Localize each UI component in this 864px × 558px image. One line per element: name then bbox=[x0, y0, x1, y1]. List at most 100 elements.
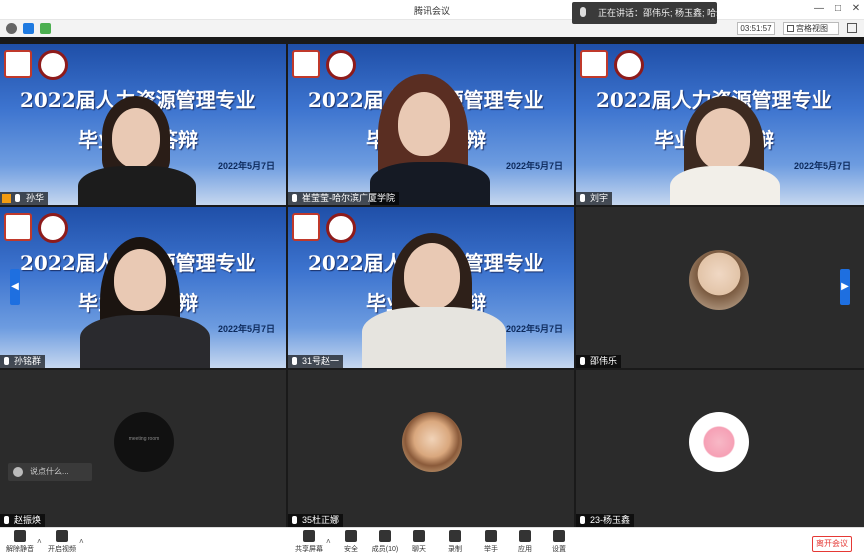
chat-input-placeholder: 说点什么... bbox=[30, 467, 69, 476]
participant-avatar bbox=[402, 412, 462, 472]
slide-date: 2022年5月7日 bbox=[794, 161, 852, 171]
participant-name-tag: 孙华 bbox=[0, 192, 49, 205]
members-label: 成员(10) bbox=[371, 546, 399, 553]
people-icon bbox=[379, 530, 391, 542]
school-logo-icon bbox=[292, 213, 320, 241]
gear-icon bbox=[553, 530, 565, 542]
participant-name: 孙铭群 bbox=[14, 356, 42, 366]
share-screen-label: 共享屏幕 bbox=[295, 546, 323, 553]
participant-name: 崔莹莹-哈尔滨广厦学院 bbox=[302, 193, 395, 203]
slide-date: 2022年5月7日 bbox=[506, 161, 564, 171]
participant-name: 35杜正娜 bbox=[302, 515, 340, 525]
chat-input[interactable]: 说点什么... bbox=[8, 463, 92, 481]
video-button[interactable]: 开启视频 bbox=[45, 530, 79, 558]
emoji-icon[interactable] bbox=[13, 467, 23, 477]
university-seal-icon bbox=[38, 50, 68, 80]
unmute-label: 解除静音 bbox=[6, 546, 34, 553]
speaking-indicator: 正在讲话：邵伟乐; 杨玉鑫; 哈尔... bbox=[572, 2, 717, 24]
share-screen-button[interactable]: 共享屏幕 bbox=[292, 530, 326, 558]
participant-name-tag: 赵振焕 bbox=[0, 514, 46, 527]
hand-icon bbox=[485, 530, 497, 542]
video-tile[interactable]: 2022届人力资源管理专业 毕业论文答辩 2022年5月7日 孙铭群 bbox=[0, 207, 286, 368]
school-logo-icon bbox=[580, 50, 608, 78]
school-logo-icon bbox=[292, 50, 320, 78]
video-tile[interactable]: 2022届人力资源管理专业 毕业论文答辩 2022年5月7日 孙华 bbox=[0, 44, 286, 205]
meeting-timer: 03:51:57 bbox=[737, 22, 775, 35]
shield-icon[interactable] bbox=[23, 23, 34, 34]
minimize-icon[interactable]: — bbox=[812, 2, 826, 16]
unmute-button[interactable]: 解除静音 bbox=[3, 530, 37, 558]
record-button[interactable]: 录制 bbox=[438, 530, 472, 558]
avatar-label: meeting room bbox=[128, 436, 160, 442]
apps-button[interactable]: 应用 bbox=[508, 530, 542, 558]
camera-off-icon bbox=[56, 530, 68, 542]
school-logo-icon bbox=[4, 213, 32, 241]
microphone-icon bbox=[292, 516, 297, 524]
members-button[interactable]: 成员(10) bbox=[368, 530, 402, 558]
chat-button[interactable]: 聊天 bbox=[402, 530, 436, 558]
video-tile[interactable]: 35杜正娜 bbox=[288, 370, 574, 527]
microphone-icon bbox=[292, 194, 297, 202]
video-tile[interactable]: 2022届人力资源管理专业 毕业论文答辩 2022年5月7日 崔莹莹-哈尔滨广厦… bbox=[288, 44, 574, 205]
next-page-arrow[interactable]: ▶ bbox=[840, 269, 850, 305]
signal-icon[interactable] bbox=[40, 23, 51, 34]
microphone-icon bbox=[4, 357, 9, 365]
participant-name-tag: 刘宇 bbox=[576, 192, 613, 205]
record-label: 录制 bbox=[448, 546, 462, 553]
window-title: 腾讯会议 bbox=[413, 6, 450, 16]
video-tile[interactable]: meeting room 赵振焕 bbox=[0, 370, 286, 527]
microphone-icon bbox=[292, 357, 297, 365]
grid-icon bbox=[787, 25, 794, 32]
share-screen-icon bbox=[303, 530, 315, 542]
record-icon bbox=[449, 530, 461, 542]
info-icon[interactable] bbox=[6, 23, 17, 34]
participant-avatar: meeting room bbox=[114, 412, 174, 472]
participant-name-tag: 崔莹莹-哈尔滨广厦学院 bbox=[288, 192, 399, 205]
maximize-icon[interactable]: □ bbox=[831, 2, 845, 16]
host-icon bbox=[2, 194, 11, 203]
chevron-up-icon[interactable]: ˄ bbox=[37, 537, 42, 546]
security-label: 安全 bbox=[344, 546, 358, 553]
chat-label: 聊天 bbox=[412, 546, 426, 553]
video-tile[interactable]: 2022届人力资源管理专业 毕业论文答辩 2022年5月7日 31号赵一 bbox=[288, 207, 574, 368]
participant-name: 孙华 bbox=[26, 193, 45, 203]
slide-date: 2022年5月7日 bbox=[218, 324, 276, 334]
participant-name: 邵伟乐 bbox=[590, 356, 618, 366]
university-seal-icon bbox=[326, 50, 356, 80]
microphone-icon bbox=[580, 194, 585, 202]
video-tile[interactable]: 23-杨玉鑫 bbox=[576, 370, 864, 527]
slide-date: 2022年5月7日 bbox=[218, 161, 276, 171]
participant-name: 31号赵一 bbox=[302, 356, 340, 366]
school-logo-icon bbox=[4, 50, 32, 78]
chevron-up-icon[interactable]: ˄ bbox=[326, 537, 331, 546]
view-switch-label: 宫格视图 bbox=[796, 24, 828, 33]
speaking-text: 正在讲话：邵伟乐; 杨玉鑫; 哈尔... bbox=[598, 8, 717, 18]
microphone-icon bbox=[580, 357, 585, 365]
university-seal-icon bbox=[38, 213, 68, 243]
university-seal-icon bbox=[326, 213, 356, 243]
university-seal-icon bbox=[614, 50, 644, 80]
fullscreen-icon[interactable] bbox=[847, 23, 857, 33]
leave-meeting-button[interactable]: 离开会议 bbox=[812, 536, 852, 552]
microphone-icon bbox=[580, 7, 586, 17]
microphone-icon bbox=[580, 516, 585, 524]
participant-name-tag: 23-杨玉鑫 bbox=[576, 514, 635, 527]
participant-name-tag: 31号赵一 bbox=[288, 355, 344, 368]
raise-hand-button[interactable]: 举手 bbox=[474, 530, 508, 558]
close-icon[interactable]: ✕ bbox=[849, 2, 863, 16]
apps-label: 应用 bbox=[518, 546, 532, 553]
participant-name: 刘宇 bbox=[590, 193, 609, 203]
shield-icon bbox=[345, 530, 357, 542]
security-button[interactable]: 安全 bbox=[334, 530, 368, 558]
microphone-icon bbox=[4, 516, 9, 524]
settings-label: 设置 bbox=[552, 546, 566, 553]
view-switch-button[interactable]: 宫格视图 bbox=[783, 22, 839, 35]
participant-name-tag: 孙铭群 bbox=[0, 355, 46, 368]
participant-avatar bbox=[689, 412, 749, 472]
previous-page-arrow[interactable]: ◀ bbox=[10, 269, 20, 305]
settings-button[interactable]: 设置 bbox=[542, 530, 576, 558]
video-tile[interactable]: 邵伟乐 bbox=[576, 207, 864, 368]
video-tile[interactable]: 2022届人力资源管理专业 毕业论文答辩 2022年5月7日 刘宇 bbox=[576, 44, 864, 205]
chevron-up-icon[interactable]: ˄ bbox=[79, 537, 84, 546]
participant-name: 赵振焕 bbox=[14, 515, 42, 525]
